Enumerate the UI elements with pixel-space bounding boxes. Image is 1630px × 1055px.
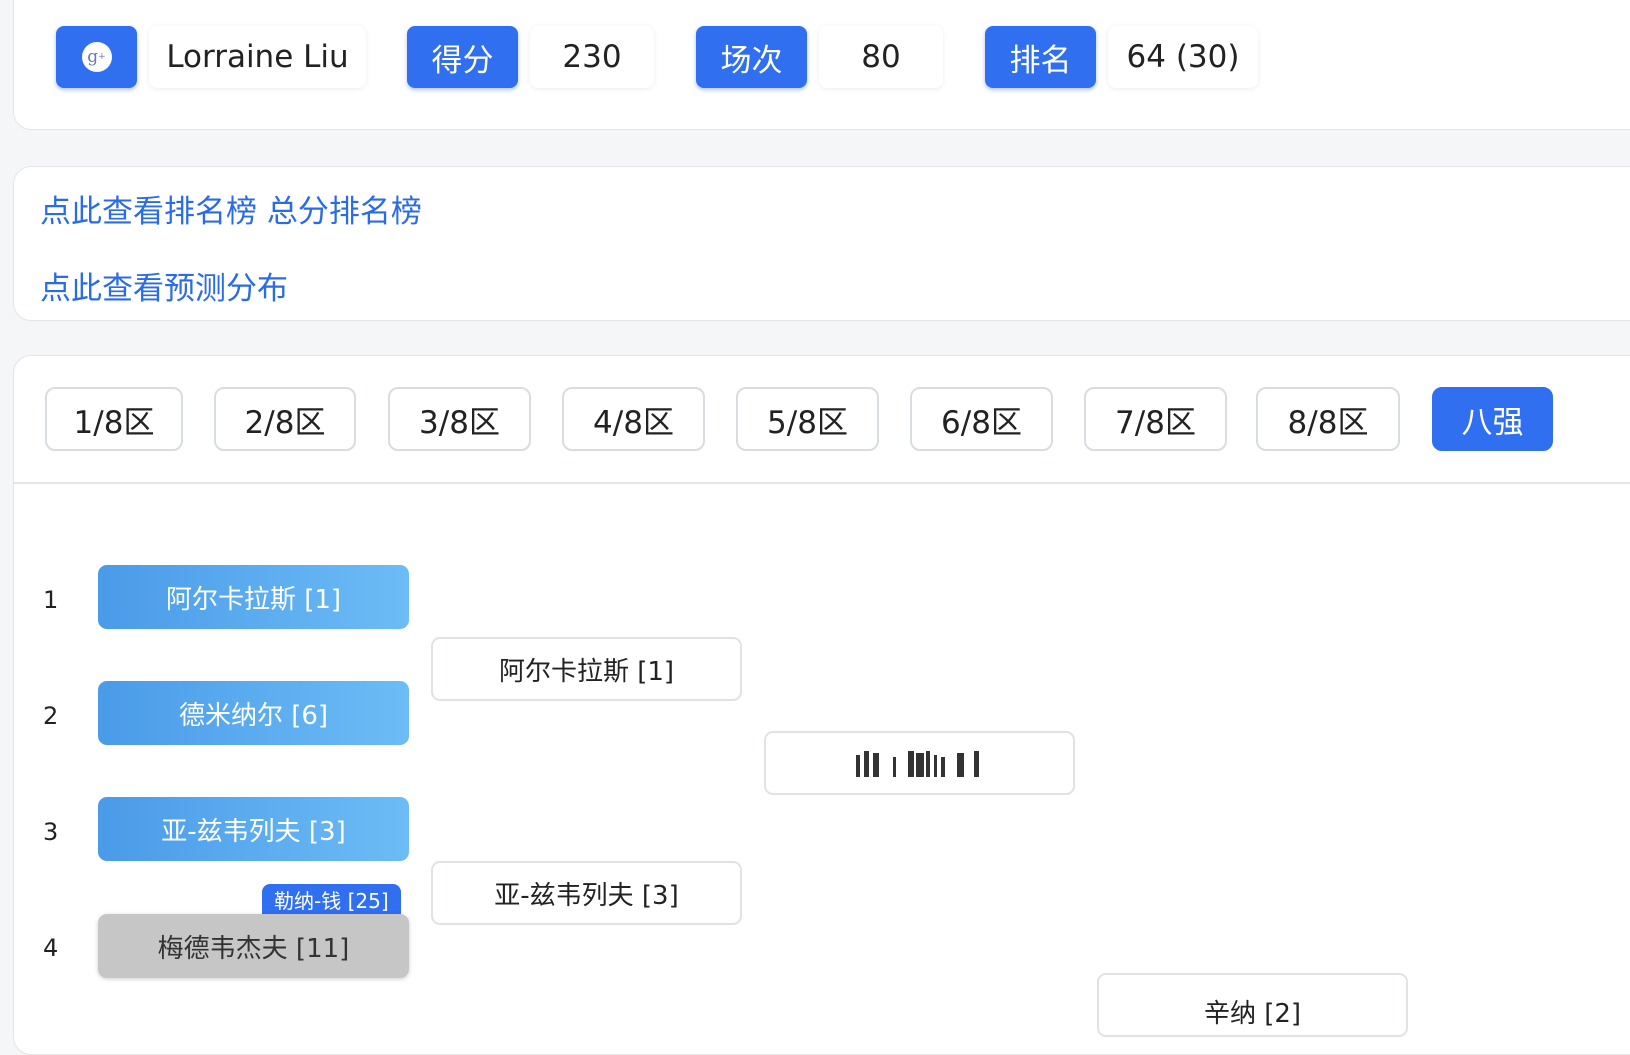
bracket-slot-r1-3[interactable]: 亚-兹韦列夫 [3] [98,797,409,861]
tab-region-6[interactable]: 6/8区 [910,387,1053,451]
tab-region-3[interactable]: 3/8区 [388,387,531,451]
rank-label: 排名 [985,26,1096,88]
matches-value: 80 [819,26,943,88]
avatar-button[interactable]: g + [56,26,137,88]
tab-region-4[interactable]: 4/8区 [562,387,705,451]
user-name: Lorraine Liu [149,26,366,88]
bracket-slot-r1-4[interactable]: 梅德韦杰夫 [11] [98,914,409,978]
bracket-slot-r3-2[interactable]: 辛纳 [2] [1097,973,1408,1037]
tab-region-2[interactable]: 2/8区 [214,387,356,451]
obscured-name-graphic [856,749,983,777]
ranking-link[interactable]: 点此查看排名榜 [40,194,257,230]
seed-number: 2 [43,702,59,730]
tab-region-5[interactable]: 5/8区 [736,387,879,451]
total-ranking-link[interactable]: 总分排名榜 [267,194,422,230]
seed-number: 4 [43,934,59,962]
ranking-links-row: 点此查看排名榜 总分排名榜 [40,186,422,231]
tab-region-8[interactable]: 8/8区 [1256,387,1400,451]
score-value: 230 [530,26,654,88]
tab-quarterfinals[interactable]: 八强 [1432,387,1553,451]
tabs-divider [13,482,1630,484]
bracket-slot-r3-1[interactable] [764,731,1075,795]
seed-number: 3 [43,818,59,846]
bracket-slot-r2-2[interactable]: 亚-兹韦列夫 [3] [431,861,742,925]
google-plus-icon: g + [81,42,112,72]
score-label: 得分 [407,26,518,88]
tab-region-1[interactable]: 1/8区 [45,387,183,451]
distribution-link[interactable]: 点此查看预测分布 [40,263,288,308]
bracket-slot-r2-1[interactable]: 阿尔卡拉斯 [1] [431,637,742,701]
seed-number: 1 [43,586,59,614]
bracket-slot-r1-2[interactable]: 德米纳尔 [6] [98,681,409,745]
bracket-slot-r1-1[interactable]: 阿尔卡拉斯 [1] [98,565,409,629]
rank-value: 64 (30) [1108,26,1258,88]
matches-label: 场次 [696,26,807,88]
tab-region-7[interactable]: 7/8区 [1084,387,1227,451]
actual-winner-badge: 勒纳-钱 [25] [262,884,401,914]
